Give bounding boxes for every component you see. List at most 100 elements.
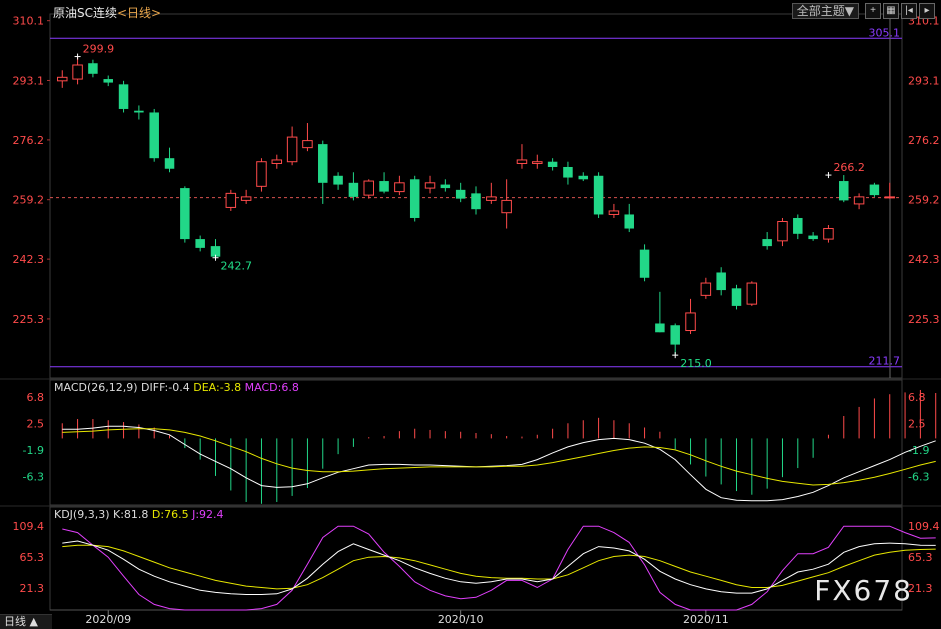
candle-body [731,288,742,306]
kdj-panel-frame [49,506,903,611]
candle-body [103,79,113,83]
candle-body [639,249,650,278]
theme-select[interactable]: 全部主题▼ [791,3,859,19]
y-tick-label-left: 310.1 [13,15,45,28]
candle-body [578,175,589,180]
candle-body [240,196,252,201]
candle-body [471,193,481,210]
toolbar: 全部主题▼ + ▦ |◂ ▸ [791,3,935,19]
macd-header: MACD(26,12,9) DIFF:-0.4 DEA:-3.8 MACD:6.… [54,381,299,394]
candle-body [134,110,144,113]
candle-body [853,196,865,205]
candle-body [286,136,298,163]
candle-body [302,140,313,149]
candle-body [655,323,665,333]
candle-body [225,192,237,208]
candle-body [700,282,712,296]
x-tick-label: 2020/09 [85,613,131,626]
kdj-y-tick-left: 21.3 [20,582,45,595]
candle-body [118,84,129,109]
candle-body [180,188,190,240]
annotation-label: 266.2 [833,161,865,174]
candle-body [409,179,420,218]
y-tick-label-left: 242.3 [13,253,45,266]
macd-y-tick-right: 2.5 [908,417,926,430]
candle-body [348,182,359,197]
annotation-label: 299.9 [83,43,115,56]
candle-body [532,161,543,164]
candle-body [318,144,328,183]
macd-y-tick-left: -1.9 [23,444,44,457]
y-tick-label-right: 225.3 [908,313,940,326]
candle-body [608,210,620,215]
crosshair-icon[interactable]: + [865,3,881,19]
period-label[interactable]: <日线> [117,6,161,20]
range-line-label: 305.1 [869,26,901,39]
grid-icon[interactable]: ▦ [883,3,899,19]
candle-body [777,220,788,242]
candle-body [88,63,98,74]
macd-dea-line [62,428,936,486]
candle-body [869,184,880,196]
candle-body [685,312,696,332]
y-tick-label-right: 259.2 [908,194,940,207]
y-tick-label-right: 293.1 [908,74,940,87]
candle-body [164,158,175,169]
period-switch[interactable]: 日线 ▲ [0,614,52,629]
macd-y-tick-left: -6.3 [23,471,44,484]
candle-body [486,196,497,201]
y-tick-label-left: 225.3 [13,313,45,326]
range-line-label: 211.7 [869,355,901,368]
watermark-logo: FX678 [814,574,913,607]
candle-body [547,161,558,167]
candle-body [379,181,389,192]
candle-body [593,175,604,215]
candle-body [333,175,343,185]
y-tick-label-left: 259.2 [13,194,45,207]
candle-body [455,189,466,199]
first-icon[interactable]: |◂ [901,3,917,19]
candle-body [716,272,726,291]
kdj-y-tick-left: 109.4 [13,520,45,533]
macd-diff-line [62,425,936,502]
candle-body [808,235,818,240]
candle-body [516,159,528,164]
x-tick-label: 2020/10 [438,613,484,626]
candle-body [72,64,83,80]
annotation-label: 215.0 [680,357,712,370]
candle-body [839,181,849,201]
y-tick-label-left: 293.1 [13,74,45,87]
kdj-j-line [62,525,936,611]
candle-body [823,228,834,240]
kdj-y-tick-right: 65.3 [908,551,933,564]
y-tick-label-right: 242.3 [908,253,940,266]
candle-body [363,180,374,196]
candle-body [149,112,159,159]
x-tick-label: 2020/11 [683,613,729,626]
candle-body [670,325,680,345]
candle-body [746,282,758,305]
candle-body [394,182,405,193]
macd-y-tick-left: 6.8 [27,391,45,404]
candle-body [57,76,68,82]
macd-panel-frame [49,379,903,506]
next-icon[interactable]: ▸ [919,3,935,19]
candle-body [501,199,512,214]
macd-y-tick-left: 2.5 [27,417,45,430]
instrument-name: 原油SC连续 [53,6,117,20]
candle-body [195,239,205,248]
chart-canvas: 310.1 310.1293.1 293.1276.2 276.2259.2 259.2… [0,13,941,626]
y-tick-label-right: 276.2 [908,134,940,147]
macd-y-tick-right: -6.3 [908,471,929,484]
candle-body [563,166,573,178]
candle-body [624,214,634,229]
candle-body [793,217,803,234]
macd-y-tick-right: 6.8 [908,391,926,404]
kdj-k-line [62,540,936,595]
kdj-header: KDJ(9,3,3) K:81.8 D:76.5 J:92.4 [54,508,224,521]
candle-body [884,196,895,199]
candle-body [440,184,451,189]
kdj-d-line [62,544,936,590]
kdj-y-tick-left: 65.3 [20,551,45,564]
annotation-label: 242.7 [220,260,252,273]
